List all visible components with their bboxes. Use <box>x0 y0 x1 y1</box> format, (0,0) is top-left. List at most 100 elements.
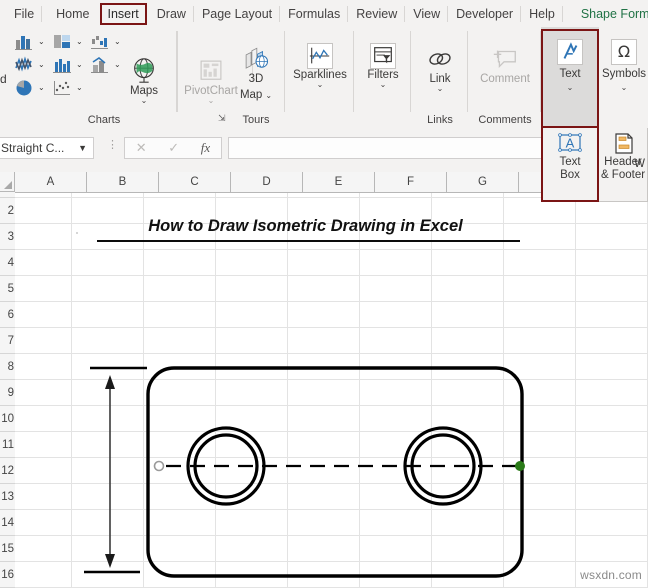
row-header-14[interactable]: 14 <box>0 510 15 536</box>
name-box[interactable]: Straight C... ▼ <box>0 137 94 159</box>
tab-help[interactable]: Help <box>521 3 563 25</box>
sparklines-button[interactable]: Sparklines ⌄ <box>286 43 354 89</box>
comment-label: Comment <box>480 73 530 85</box>
pie-chart-button[interactable] <box>14 79 36 97</box>
sheet-canvas[interactable] <box>15 192 648 588</box>
row-header-13[interactable]: 13 <box>0 484 15 510</box>
insert-function-icon[interactable]: fx <box>201 140 210 156</box>
3d-map-chevron-down-icon[interactable]: ⌄ <box>265 92 272 100</box>
maps-button[interactable]: Maps ⌄ <box>120 57 168 105</box>
row-header-7[interactable]: 7 <box>0 328 15 354</box>
line-chart-button[interactable] <box>14 56 36 74</box>
header-footer-button[interactable]: Header & Footer <box>596 132 648 182</box>
statistic-chart-icon <box>53 59 71 73</box>
combo-chart-icon <box>91 57 108 73</box>
row-header-12[interactable]: 12 <box>0 458 15 484</box>
line-chart-chevron-down-icon[interactable]: ⌄ <box>38 60 45 69</box>
select-all-corner[interactable] <box>0 172 15 192</box>
name-box-value: Straight C... <box>1 141 65 155</box>
group-comments-label: Comments <box>478 114 532 126</box>
column-chart-chevron-down-icon[interactable]: ⌄ <box>38 37 45 46</box>
column-bar-chart-button[interactable] <box>14 33 36 51</box>
pie-chart-chevron-down-icon[interactable]: ⌄ <box>38 83 45 92</box>
tab-draw[interactable]: Draw <box>149 3 195 25</box>
link-button[interactable]: Link ⌄ <box>412 45 468 93</box>
globe-icon <box>134 58 154 83</box>
group-sparklines: Sparklines ⌄ <box>286 27 354 128</box>
filters-chevron-down-icon[interactable]: ⌄ <box>355 81 411 89</box>
column-chart-icon <box>15 36 32 50</box>
tab-file[interactable]: File <box>6 3 43 25</box>
enter-formula-icon[interactable]: ✓ <box>168 140 179 156</box>
charts-dialog-launcher[interactable]: ⇲ <box>218 113 226 124</box>
group-symbols: Ω Symbols ⌄ <box>600 27 648 128</box>
tab-view[interactable]: View <box>405 3 448 25</box>
scatter-chart-button[interactable] <box>52 79 74 97</box>
filters-button[interactable]: Filters ⌄ <box>355 43 411 89</box>
text-art-icon <box>557 39 583 65</box>
wordart-partial-label[interactable]: W <box>634 158 645 170</box>
column-header-E[interactable]: E <box>303 172 375 192</box>
row-header-3[interactable]: 3 <box>0 224 15 250</box>
text-box-label-line2: Box <box>560 169 580 181</box>
row-header-8[interactable]: 8 <box>0 354 15 380</box>
hierarchy-chart-chevron-down-icon[interactable]: ⌄ <box>76 37 83 46</box>
row-header-10[interactable]: 10 <box>0 406 15 432</box>
combo-chart-button[interactable] <box>90 56 112 74</box>
group-links-label: Links <box>427 114 453 126</box>
row-header-15[interactable]: 15 <box>0 536 15 562</box>
text-button[interactable]: Text ⌄ <box>541 39 599 92</box>
text-box-button[interactable]: A Text Box <box>544 132 596 182</box>
scatter-chart-icon <box>54 81 70 95</box>
cancel-formula-icon[interactable]: ✕ <box>136 140 147 156</box>
row-header-2[interactable]: 2 <box>0 198 15 224</box>
symbols-button[interactable]: Ω Symbols ⌄ <box>600 39 648 92</box>
formula-action-buttons: ✕ ✓ fx <box>124 137 222 159</box>
tab-shape-format[interactable]: Shape Format <box>573 3 648 29</box>
row-header-6[interactable]: 6 <box>0 302 15 328</box>
waterfall-chart-button[interactable] <box>90 33 112 51</box>
column-header-D[interactable]: D <box>231 172 303 192</box>
scatter-chart-chevron-down-icon[interactable]: ⌄ <box>76 83 83 92</box>
row-header-16[interactable]: 16 <box>0 562 15 588</box>
tab-home[interactable]: Home <box>48 3 97 25</box>
3d-map-label-line1: 3D <box>248 73 264 85</box>
hierarchy-chart-button[interactable] <box>52 33 74 51</box>
name-box-chevron-down-icon[interactable]: ▼ <box>72 143 93 153</box>
ribbon-tab-strip: File Home Insert Draw Page Layout Formul… <box>0 0 648 29</box>
group-text: Text ⌄ <box>541 27 599 128</box>
hierarchy-chart-icon <box>54 35 70 48</box>
text-chevron-down-icon[interactable]: ⌄ <box>541 84 599 92</box>
comment-button: Comment <box>469 45 541 85</box>
link-chevron-down-icon[interactable]: ⌄ <box>412 85 468 93</box>
column-header-F[interactable]: F <box>375 172 447 192</box>
maps-chevron-down-icon[interactable]: ⌄ <box>120 97 168 105</box>
row-header-5[interactable]: 5 <box>0 276 15 302</box>
tab-developer[interactable]: Developer <box>448 3 522 25</box>
row-header-4[interactable]: 4 <box>0 250 15 276</box>
tab-page-layout[interactable]: Page Layout <box>194 3 281 25</box>
column-header-G[interactable]: G <box>447 172 519 192</box>
tab-review[interactable]: Review <box>348 3 406 25</box>
tab-formulas[interactable]: Formulas <box>280 3 349 25</box>
text-box-label-line1: Text <box>559 156 581 168</box>
symbols-chevron-down-icon[interactable]: ⌄ <box>600 84 648 92</box>
watermark: wsxdn.com <box>580 568 642 582</box>
tab-insert[interactable]: Insert <box>99 2 147 25</box>
formula-bar-grip[interactable]: ⋮ <box>107 140 118 151</box>
waterfall-chart-chevron-down-icon[interactable]: ⌄ <box>114 37 121 46</box>
pivotchart-icon <box>200 60 222 80</box>
group-filters: Filters ⌄ <box>355 27 411 128</box>
sparklines-chevron-down-icon[interactable]: ⌄ <box>286 81 354 89</box>
row-headers: 1 2 3 4 5 6 7 8 9 10 11 12 13 14 15 16 <box>0 178 15 588</box>
link-icon <box>429 53 451 65</box>
row-header-9[interactable]: 9 <box>0 380 15 406</box>
column-header-C[interactable]: C <box>159 172 231 192</box>
column-header-B[interactable]: B <box>87 172 159 192</box>
row-header-11[interactable]: 11 <box>0 432 15 458</box>
column-header-A[interactable]: A <box>15 172 87 192</box>
statistic-chart-button[interactable] <box>52 56 74 74</box>
3d-map-button[interactable]: 3D Map ⌄ <box>233 45 279 103</box>
statistic-chart-chevron-down-icon[interactable]: ⌄ <box>76 60 83 69</box>
text-label: Text <box>559 68 581 80</box>
